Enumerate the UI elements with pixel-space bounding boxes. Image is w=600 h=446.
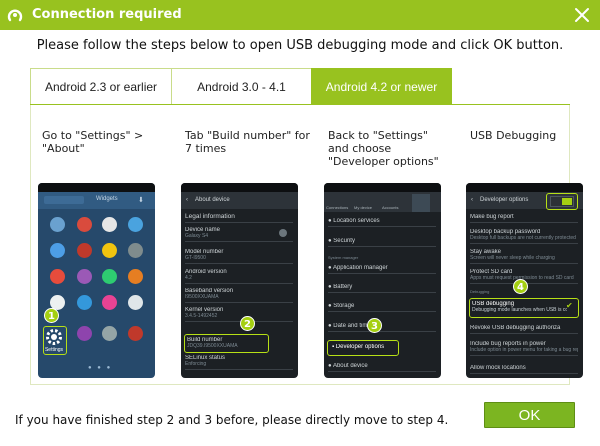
- dev-row: Make bug report: [470, 214, 578, 223]
- step-badge-2: 2: [240, 316, 255, 331]
- app-icon: [102, 295, 117, 310]
- app-icon: [102, 326, 117, 341]
- phone-screen-4: ‹ Developer options Make bug report Desk…: [466, 183, 583, 378]
- settings-label: Settings: [44, 347, 64, 353]
- app-icon: [77, 269, 92, 284]
- settings-row: ● Storage: [328, 303, 436, 312]
- app-icon: [50, 269, 65, 284]
- section-header: System manager: [328, 255, 359, 260]
- app-icon: [77, 217, 92, 232]
- app-icon: [128, 243, 143, 258]
- gear-icon: [46, 329, 62, 345]
- settings-tab: Connections: [326, 205, 349, 210]
- developer-options-highlight: [327, 340, 399, 356]
- android-version-tabs: Android 2.3 or earlier Android 3.0 - 4.1…: [30, 68, 452, 105]
- screen-header: About device: [195, 197, 230, 203]
- app-icon: [128, 217, 143, 232]
- download-icon: ⬇: [138, 197, 144, 204]
- app-icon: [50, 243, 65, 258]
- info-row: Device name Galaxy S4: [185, 227, 293, 242]
- settings-row: ● Security: [328, 238, 436, 247]
- build-number-highlight: [184, 334, 269, 353]
- app-icon: [77, 326, 92, 341]
- dev-row: Allow mock locations: [470, 365, 578, 374]
- settings-row: ● Battery: [328, 284, 436, 293]
- arrow-icon: [279, 229, 287, 237]
- app-icon: [128, 326, 143, 341]
- settings-row: ● About device: [328, 363, 436, 372]
- apps-tab: [44, 196, 84, 204]
- app-icon: [102, 269, 117, 284]
- title-bar: Connection required: [0, 0, 600, 30]
- app-icon: [102, 217, 117, 232]
- tab-android-4-2[interactable]: Android 4.2 or newer: [311, 68, 452, 105]
- step-2-text: Tab "Build number" for 7 times: [185, 129, 310, 155]
- step-badge-3: 3: [367, 318, 382, 333]
- info-row: Baseband version I9500XXUAMA: [185, 288, 293, 303]
- tab-android-2-3[interactable]: Android 2.3 or earlier: [30, 68, 172, 105]
- phone-screen-1: Widgets ⬇ Settings 1 ● ● ●: [38, 183, 155, 378]
- step-badge-4: 4: [513, 279, 528, 294]
- settings-row: ● Application manager: [328, 265, 436, 274]
- app-icon: [50, 217, 65, 232]
- info-row: Model number GT-I9500: [185, 249, 293, 264]
- dev-row: Include bug reports in power Include opti…: [470, 341, 578, 356]
- close-icon[interactable]: [573, 6, 591, 24]
- settings-row: ● Location services: [328, 218, 436, 227]
- step-badge-1: 1: [44, 308, 59, 323]
- app-icon: [128, 269, 143, 284]
- back-icon: ‹: [186, 197, 188, 203]
- step-3-text: Back to "Settings" and choose "Developer…: [328, 129, 439, 168]
- settings-tab: My device: [354, 205, 373, 210]
- step-1-text: Go to "Settings" > "About": [42, 129, 144, 155]
- active-tab-marker: [412, 194, 430, 212]
- phone-screen-3: Connections My device Accounts More ● Lo…: [324, 183, 441, 378]
- info-row: Android version 4.2: [185, 269, 293, 284]
- step-4-text: USB Debugging: [470, 129, 557, 142]
- dev-row: Desktop backup password Desktop full back…: [470, 229, 578, 244]
- footer-hint: If you have finished step 2 and 3 before…: [15, 413, 449, 427]
- dev-row: Revoke USB debugging authoriza: [470, 325, 578, 334]
- app-logo-icon: [7, 9, 23, 22]
- info-row: Kernel version 3.4.5-1492452: [185, 307, 293, 322]
- ok-button[interactable]: OK: [484, 402, 575, 428]
- page-indicator: ● ● ●: [88, 365, 113, 371]
- settings-tab: Accounts: [382, 205, 399, 210]
- usb-debugging-highlight: [469, 298, 579, 318]
- screen-header: Developer options: [480, 197, 529, 203]
- info-row: SELinux status Enforcing: [185, 355, 293, 370]
- legal-row: Legal information: [185, 213, 293, 223]
- instruction-text: Please follow the steps below to open US…: [36, 38, 564, 53]
- app-icon: [77, 295, 92, 310]
- widgets-tab: Widgets: [96, 196, 118, 202]
- app-icon: [77, 243, 92, 258]
- app-icon: [128, 295, 143, 310]
- window-title: Connection required: [32, 7, 182, 22]
- checkmark-icon: ✔: [566, 301, 573, 310]
- back-icon: ‹: [471, 197, 473, 203]
- phone-screen-2: ‹ About device Legal information Device …: [181, 183, 298, 378]
- tab-android-3-0[interactable]: Android 3.0 - 4.1: [171, 68, 312, 105]
- dev-options-toggle: [550, 196, 574, 207]
- app-icon: [102, 243, 117, 258]
- dev-row: Stay awake Screen will never sleep while …: [470, 249, 578, 264]
- settings-row: ● Date and time: [328, 323, 436, 332]
